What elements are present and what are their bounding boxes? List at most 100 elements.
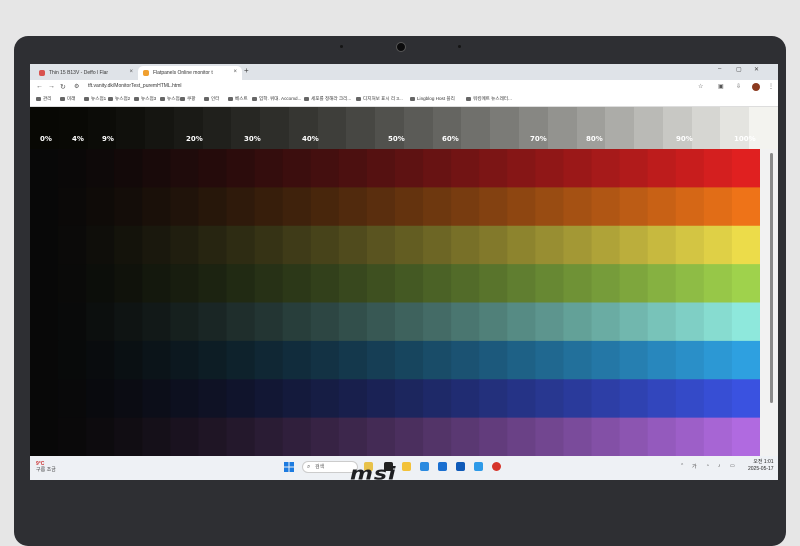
gradient-cell-sky [170, 340, 200, 380]
gradient-cell-lime [675, 264, 705, 304]
wifi-icon[interactable]: ◔ [706, 463, 709, 469]
gradient-cell-red [30, 149, 59, 188]
reload-icon[interactable]: ↻ [60, 83, 66, 91]
gradient-cell-red [170, 149, 200, 188]
photos-icon[interactable] [474, 462, 483, 471]
folder-icon [134, 96, 139, 101]
percent-label: 60% [442, 135, 459, 143]
new-tab-button[interactable]: + [244, 66, 249, 75]
gradient-cell-violet [282, 417, 312, 456]
gradient-cell-sky [282, 340, 312, 380]
bookmark-item[interactable]: 베스트 [228, 96, 248, 102]
menu-icon[interactable]: ⋮ [768, 83, 774, 90]
tab-title: Flatpanels Online monitor t [153, 70, 213, 76]
gradient-cell-violet [619, 417, 649, 456]
gradient-cell-blue [535, 379, 565, 419]
gradient-cell-orange [451, 187, 480, 227]
weather-widget[interactable]: 9°C 구름 조금 [36, 461, 56, 473]
gradient-cell-yellow [198, 225, 228, 265]
gradient-cell-violet [310, 417, 340, 456]
gradient-cell-blue [479, 379, 508, 419]
gradient-cell-violet [395, 417, 424, 456]
chrome-icon[interactable] [492, 462, 501, 471]
tab-active[interactable]: Flatpanels Online monitor t × [138, 66, 242, 80]
back-icon[interactable]: ← [36, 83, 43, 90]
percent-label: 40% [302, 135, 319, 143]
volume-icon[interactable]: ♪ [718, 463, 721, 469]
gradient-cell-sky [30, 340, 59, 380]
taskbar-clock[interactable]: 오전 1:01 2025-05-17 [748, 459, 774, 473]
bookmark-item[interactable]: 미래 [60, 96, 75, 102]
gradient-cell-orange [507, 187, 536, 227]
gradient-cell-blue [226, 379, 256, 419]
bookmark-label: 베스트 [235, 96, 248, 101]
gradient-cell-red [142, 149, 171, 188]
folder-icon [84, 96, 89, 101]
bookmark-item[interactable]: 워킹메트 뉴스레터... [466, 96, 512, 102]
gradient-cell-orange [647, 187, 677, 227]
close-window-icon[interactable]: ✕ [754, 66, 759, 73]
gray-step [461, 107, 491, 149]
tab-close-icon[interactable]: × [233, 69, 237, 75]
store-icon[interactable] [438, 462, 447, 471]
bookmark-item[interactable]: 뉴스점1 [84, 96, 106, 102]
percent-label: 0% [40, 135, 52, 143]
gradient-cell-yellow [731, 225, 760, 265]
scrollbar[interactable] [760, 149, 778, 456]
color-gradient-grid [30, 149, 760, 456]
gradient-cell-orange [366, 187, 396, 227]
bookmark-item[interactable]: 뉴스점3 [134, 96, 156, 102]
bookmark-item[interactable]: 디지처보 표시 리 3... [356, 96, 403, 102]
outlook-icon[interactable] [456, 462, 465, 471]
gradient-cell-red [338, 149, 368, 188]
bookmark-item[interactable]: 쿠팡 [180, 96, 195, 102]
gradient-cell-yellow [451, 225, 480, 265]
bookmark-item[interactable]: 세포를 정해라 크리... [304, 96, 351, 102]
scrollbar-thumb[interactable] [770, 153, 773, 403]
bookmark-item[interactable]: 뉴스점4 [160, 96, 182, 102]
gradient-cell-lime [170, 264, 200, 304]
bookmark-item[interactable]: Lingblog Host 블리 [410, 96, 455, 102]
gradient-cell-yellow [86, 225, 115, 265]
gradient-cell-lime [338, 264, 368, 304]
gradient-cell-yellow [619, 225, 649, 265]
tray-chevron-icon[interactable]: ⌃ [680, 463, 684, 469]
downloads-icon[interactable]: ⇩ [736, 83, 741, 90]
lang-indicator[interactable]: 가 [692, 463, 697, 470]
bookmark-item[interactable]: 뉴스점2 [108, 96, 130, 102]
site-info-icon[interactable]: ⚙ [74, 83, 79, 90]
gradient-cell-aqua [675, 302, 705, 342]
bookmark-item[interactable]: 입학. 위대. Accomd... [252, 96, 301, 102]
file-explorer-icon[interactable] [402, 462, 411, 471]
url-field[interactable]: tft.vanity.dk/MonitorTest_puremHTML.html [88, 83, 182, 89]
tab-first[interactable]: Thin 15 B13V - Deffo l Flar × [34, 66, 138, 80]
gradient-cell-sky [395, 340, 424, 380]
bookmark-item[interactable]: 인터 [204, 96, 219, 102]
windows-start-icon[interactable] [284, 462, 294, 472]
gradient-cell-blue [395, 379, 424, 419]
gradient-cell-violet [114, 417, 143, 456]
battery-icon[interactable]: ▭ [730, 463, 735, 469]
extensions-icon[interactable]: ▣ [718, 83, 724, 90]
gradient-cell-lime [142, 264, 171, 304]
percent-label: 70% [530, 135, 547, 143]
gradient-cell-lime [479, 264, 508, 304]
gradient-cell-yellow [310, 225, 340, 265]
gray-step [260, 107, 289, 149]
gradient-cell-aqua [395, 302, 424, 342]
gradient-cell-lime [254, 264, 284, 304]
forward-icon[interactable]: → [48, 83, 55, 90]
gradient-cell-aqua [198, 302, 228, 342]
bookmark-item[interactable]: 관리 [36, 96, 51, 102]
bookmark-star-icon[interactable]: ☆ [698, 83, 703, 90]
gradient-cell-aqua [310, 302, 340, 342]
minimize-icon[interactable]: – [718, 66, 721, 72]
profile-avatar[interactable] [752, 83, 760, 91]
maximize-icon[interactable]: ▢ [736, 66, 742, 73]
folder-icon [204, 96, 209, 101]
tab-close-icon[interactable]: × [129, 69, 133, 75]
edge-icon[interactable] [420, 462, 429, 471]
gradient-cell-blue [731, 379, 760, 419]
gradient-cell-violet [535, 417, 565, 456]
gradient-cell-yellow [647, 225, 677, 265]
